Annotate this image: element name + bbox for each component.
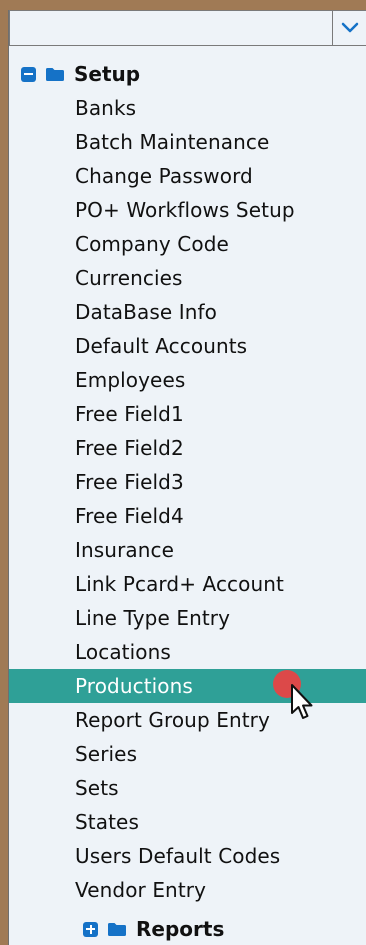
tree-item-label: Locations: [75, 640, 171, 664]
tree-item[interactable]: Link Pcard+ Account: [9, 567, 366, 601]
tree-item[interactable]: Free Field3: [9, 465, 366, 499]
tree-item[interactable]: Company Code: [9, 227, 366, 261]
tree-item[interactable]: Free Field2: [9, 431, 366, 465]
tree-item[interactable]: Free Field4: [9, 499, 366, 533]
tree-item[interactable]: Banks: [9, 91, 366, 125]
tree-item-label: Productions: [75, 674, 193, 698]
tree-folder-setup[interactable]: Setup: [9, 57, 366, 91]
navigation-panel: Setup Banks Batch Maintenance Change Passw…: [8, 10, 366, 945]
tree-item-label: Batch Maintenance: [75, 130, 270, 154]
tree-item[interactable]: DataBase Info: [9, 295, 366, 329]
dropdown-button[interactable]: [332, 11, 366, 45]
tree-item-label: Report Group Entry: [75, 708, 270, 732]
tree-item[interactable]: Insurance: [9, 533, 366, 567]
tree-folder-reports[interactable]: Reports: [9, 912, 366, 945]
tree-item-label: Employees: [75, 368, 186, 392]
tree-item[interactable]: Change Password: [9, 159, 366, 193]
tree-item-label: Currencies: [75, 266, 183, 290]
mouse-pointer-icon: [291, 684, 313, 719]
chevron-down-icon: [341, 22, 358, 33]
folder-icon: [46, 67, 64, 81]
tree-item-label: Link Pcard+ Account: [75, 572, 284, 596]
tree-item[interactable]: Series: [9, 737, 366, 771]
tree-item[interactable]: Default Accounts: [9, 329, 366, 363]
collapse-minus-icon[interactable]: [21, 66, 36, 82]
tree-item-label: Default Accounts: [75, 334, 248, 358]
tree-item-label: Series: [75, 742, 138, 766]
tree-item[interactable]: Sets: [9, 771, 366, 805]
tree-item-label: PO+ Workflows Setup: [75, 198, 295, 222]
tree-item-label: States: [75, 810, 139, 834]
tree-item-label: Sets: [75, 776, 119, 800]
tree-item-label: Company Code: [75, 232, 229, 256]
tree-item[interactable]: Free Field1: [9, 397, 366, 431]
tree-item-label: Line Type Entry: [75, 606, 231, 630]
tree-item-label: Users Default Codes: [75, 844, 281, 868]
expand-plus-icon[interactable]: [83, 921, 98, 937]
tree-item[interactable]: Vendor Entry: [9, 873, 366, 907]
tree-item[interactable]: States: [9, 805, 366, 839]
tree-item-label: Change Password: [75, 164, 253, 188]
tree-item[interactable]: Batch Maintenance: [9, 125, 366, 159]
tree-item-label: Vendor Entry: [75, 878, 207, 902]
tree-item-label: Banks: [75, 96, 137, 120]
tree-item[interactable]: Currencies: [9, 261, 366, 295]
tree-item-label: DataBase Info: [75, 300, 217, 324]
combobox-value[interactable]: [10, 11, 332, 45]
tree-item[interactable]: PO+ Workflows Setup: [9, 193, 366, 227]
tree-item-label: Free Field2: [75, 436, 184, 460]
tree-item[interactable]: Users Default Codes: [9, 839, 366, 873]
tree-item-label: Insurance: [75, 538, 175, 562]
tree-filter-combobox[interactable]: [9, 10, 366, 46]
tree-item-label: Free Field3: [75, 470, 184, 494]
tree-item[interactable]: Employees: [9, 363, 366, 397]
tree-item-label: Free Field1: [75, 402, 184, 426]
tree-item[interactable]: Locations: [9, 635, 366, 669]
tree-folder-label: Setup: [74, 62, 141, 86]
folder-icon: [108, 922, 126, 936]
tree-item[interactable]: Line Type Entry: [9, 601, 366, 635]
tree-folder-label: Reports: [136, 917, 225, 941]
tree-item-label: Free Field4: [75, 504, 184, 528]
